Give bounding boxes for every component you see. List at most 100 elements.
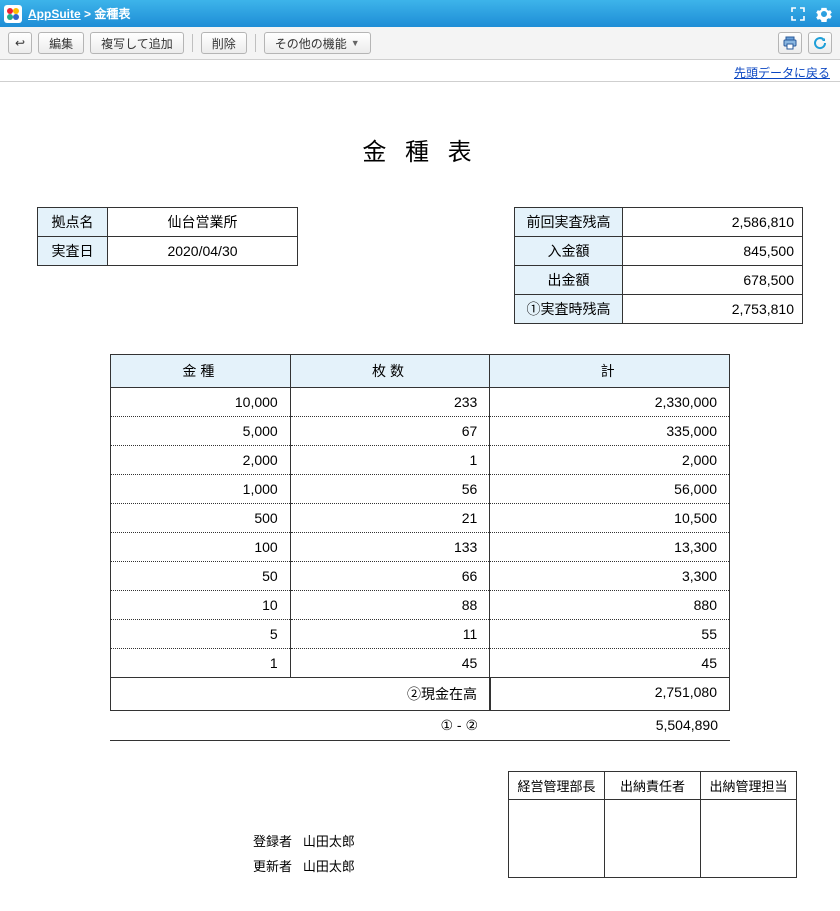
stamp-cell-3 bbox=[701, 800, 797, 878]
breadcrumb: AppSuite > 金種表 bbox=[28, 5, 130, 22]
denom-cell-total: 3,300 bbox=[490, 562, 730, 591]
denom-cell-qty: 21 bbox=[290, 504, 490, 533]
registrant-value: 山田太郎 bbox=[303, 834, 355, 849]
denom-cell-qty: 45 bbox=[290, 649, 490, 678]
chevron-down-icon: ▼ bbox=[351, 38, 360, 48]
stamp-cell-1 bbox=[509, 800, 605, 878]
denom-cell-qty: 1 bbox=[290, 446, 490, 475]
registrant-label: 登録者 bbox=[253, 834, 292, 849]
denom-cell-denom: 5 bbox=[111, 620, 291, 649]
breadcrumb-page: 金種表 bbox=[94, 7, 130, 21]
denom-cell-denom: 5,000 bbox=[111, 417, 291, 446]
printer-icon bbox=[783, 36, 797, 50]
refresh-button[interactable] bbox=[808, 32, 832, 54]
table-row: 2,00012,000 bbox=[111, 446, 730, 475]
document: 金 種 表 拠点名 仙台営業所 実査日 2020/04/30 前回実査残高 2,… bbox=[15, 92, 825, 901]
meta-date-value: 2020/04/30 bbox=[108, 237, 298, 266]
stamp-col-1-label: 経営管理部長 bbox=[509, 772, 605, 800]
denom-cell-denom: 500 bbox=[111, 504, 291, 533]
denom-cell-total: 2,330,000 bbox=[490, 388, 730, 417]
denom-cell-qty: 66 bbox=[290, 562, 490, 591]
print-button[interactable] bbox=[778, 32, 802, 54]
diff-value: 5,504,890 bbox=[490, 711, 730, 741]
stamp-col-2-label: 出納責任者 bbox=[605, 772, 701, 800]
registrant-info: 登録者 山田太郎 更新者 山田太郎 bbox=[253, 831, 355, 881]
denom-cell-total: 10,500 bbox=[490, 504, 730, 533]
summary-prev-balance-label: 前回実査残高 bbox=[515, 208, 623, 237]
other-functions-button[interactable]: その他の機能 ▼ bbox=[264, 32, 371, 54]
meta-table: 拠点名 仙台営業所 実査日 2020/04/30 bbox=[37, 207, 298, 266]
titlebar: AppSuite > 金種表 bbox=[0, 0, 840, 27]
denom-cell-qty: 67 bbox=[290, 417, 490, 446]
denom-col-total: 計 bbox=[490, 355, 730, 388]
denom-cell-denom: 10,000 bbox=[111, 388, 291, 417]
denom-cell-denom: 100 bbox=[111, 533, 291, 562]
breadcrumb-app-link[interactable]: AppSuite bbox=[28, 7, 81, 21]
denom-cell-qty: 233 bbox=[290, 388, 490, 417]
denomination-table: 金種 枚数 計 10,0002332,330,0005,00067335,000… bbox=[110, 354, 730, 678]
table-row: 50663,300 bbox=[111, 562, 730, 591]
denom-cell-denom: 2,000 bbox=[111, 446, 291, 475]
fullscreen-icon[interactable] bbox=[786, 3, 810, 25]
summary-withdrawal-value: 678,500 bbox=[623, 266, 803, 295]
denom-cell-total: 2,000 bbox=[490, 446, 730, 475]
denom-cell-denom: 10 bbox=[111, 591, 291, 620]
denom-col-qty: 枚数 bbox=[290, 355, 490, 388]
table-row: 5,00067335,000 bbox=[111, 417, 730, 446]
denom-cell-denom: 50 bbox=[111, 562, 291, 591]
denom-cell-total: 13,300 bbox=[490, 533, 730, 562]
toolbar: ↩ 編集 複写して追加 削除 その他の機能 ▼ bbox=[0, 27, 840, 60]
summary-balance-value: 2,753,810 bbox=[623, 295, 803, 324]
denom-cell-total: 45 bbox=[490, 649, 730, 678]
edit-button[interactable]: 編集 bbox=[38, 32, 84, 54]
back-button[interactable]: ↩ bbox=[8, 32, 32, 54]
denom-footer-totals: ②現金在高 2,751,080 ① - ② 5,504,890 bbox=[110, 678, 730, 741]
denom-col-denom: 金種 bbox=[111, 355, 291, 388]
table-row: 14545 bbox=[111, 649, 730, 678]
toolbar-separator bbox=[255, 34, 256, 52]
table-row: 1088880 bbox=[111, 591, 730, 620]
summary-balance-label: ①実査時残高 bbox=[515, 295, 623, 324]
approval-stamps-table: 経営管理部長 出納責任者 出納管理担当 bbox=[508, 771, 797, 878]
undo-arrow-icon: ↩ bbox=[15, 36, 25, 50]
cash-on-hand-label: ②現金在高 bbox=[110, 678, 490, 711]
table-row: 1,0005656,000 bbox=[111, 475, 730, 504]
denom-cell-qty: 11 bbox=[290, 620, 490, 649]
stamp-cell-2 bbox=[605, 800, 701, 878]
denom-cell-total: 56,000 bbox=[490, 475, 730, 504]
delete-button[interactable]: 削除 bbox=[201, 32, 247, 54]
denom-cell-qty: 133 bbox=[290, 533, 490, 562]
app-logo-icon bbox=[4, 5, 22, 23]
table-row: 10,0002332,330,000 bbox=[111, 388, 730, 417]
document-scroll-area[interactable]: 金 種 表 拠点名 仙台営業所 実査日 2020/04/30 前回実査残高 2,… bbox=[0, 81, 840, 911]
meta-date-label: 実査日 bbox=[38, 237, 108, 266]
denom-cell-total: 335,000 bbox=[490, 417, 730, 446]
breadcrumb-sep: > bbox=[81, 7, 95, 21]
meta-location-value: 仙台営業所 bbox=[108, 208, 298, 237]
updater-value: 山田太郎 bbox=[303, 859, 355, 874]
refresh-icon bbox=[813, 36, 827, 50]
summary-deposit-label: 入金額 bbox=[515, 237, 623, 266]
linkbar: 先頭データに戻る bbox=[0, 60, 840, 81]
denom-cell-total: 880 bbox=[490, 591, 730, 620]
denom-cell-qty: 88 bbox=[290, 591, 490, 620]
diff-label: ① - ② bbox=[110, 711, 490, 741]
summary-prev-balance-value: 2,586,810 bbox=[623, 208, 803, 237]
other-functions-label: その他の機能 bbox=[275, 35, 347, 52]
updater-label: 更新者 bbox=[253, 859, 292, 874]
denom-cell-qty: 56 bbox=[290, 475, 490, 504]
back-to-top-link[interactable]: 先頭データに戻る bbox=[734, 66, 830, 80]
meta-location-label: 拠点名 bbox=[38, 208, 108, 237]
page-title: 金 種 表 bbox=[29, 132, 811, 167]
table-row: 5002110,500 bbox=[111, 504, 730, 533]
gear-icon[interactable] bbox=[812, 3, 836, 25]
denom-cell-denom: 1 bbox=[111, 649, 291, 678]
summary-table: 前回実査残高 2,586,810 入金額 845,500 出金額 678,500… bbox=[514, 207, 803, 324]
denom-cell-denom: 1,000 bbox=[111, 475, 291, 504]
summary-withdrawal-label: 出金額 bbox=[515, 266, 623, 295]
duplicate-add-button[interactable]: 複写して追加 bbox=[90, 32, 184, 54]
toolbar-separator bbox=[192, 34, 193, 52]
denom-cell-total: 55 bbox=[490, 620, 730, 649]
cash-on-hand-value: 2,751,080 bbox=[490, 678, 730, 711]
stamp-col-3-label: 出納管理担当 bbox=[701, 772, 797, 800]
